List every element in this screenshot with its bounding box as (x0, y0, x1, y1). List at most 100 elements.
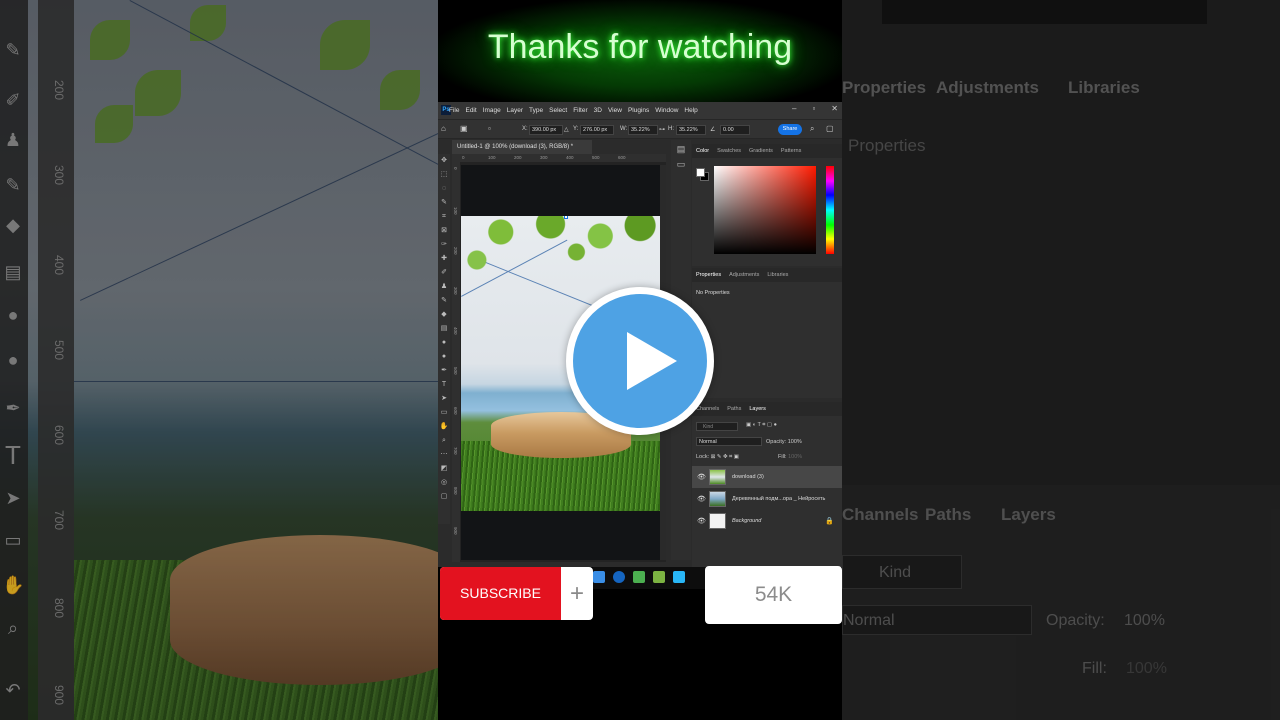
play-button[interactable] (566, 287, 714, 435)
tab-patterns[interactable]: Patterns (781, 148, 801, 158)
workspace-icon[interactable]: ▢ (826, 124, 834, 133)
visibility-eye-icon[interactable]: 👁 (697, 495, 706, 503)
move-tool-icon[interactable]: ✥ (438, 154, 450, 168)
menu-file[interactable]: File (449, 107, 459, 114)
tab-gradients[interactable]: Gradients (749, 148, 773, 158)
quick-mask-icon[interactable]: ◎ (438, 476, 450, 490)
visibility-eye-icon[interactable]: 👁 (697, 473, 706, 481)
subscribe-button[interactable]: SUBSCRIBE + (440, 567, 593, 620)
menu-select[interactable]: Select (549, 107, 567, 114)
vertical-ruler: 0 100 200 300 400 500 600 700 800 900 (452, 162, 460, 562)
rectangle-tool-icon[interactable]: ▭ (438, 406, 450, 420)
maximize-icon[interactable]: ▫ (812, 104, 815, 113)
home-icon[interactable]: ⌂ (441, 124, 446, 133)
fill-row: Fill: 100% (778, 454, 802, 463)
close-icon[interactable]: ✕ (831, 104, 838, 113)
path-select-icon[interactable]: ➤ (438, 392, 450, 406)
link-icon[interactable]: ⊶ (659, 126, 665, 133)
ruler-label: 200 (514, 155, 522, 160)
layer-filter-input[interactable]: Kind (696, 422, 738, 431)
hand-tool-icon[interactable]: ✋ (438, 420, 450, 434)
subscriber-count: 54K (705, 566, 842, 624)
blend-mode-select[interactable]: Normal (696, 437, 762, 446)
transform-handle[interactable] (564, 216, 568, 219)
app-icon[interactable] (633, 571, 645, 583)
menu-edit[interactable]: Edit (465, 107, 476, 114)
history-brush-icon[interactable]: ✎ (438, 294, 450, 308)
ruler-label: 500 (592, 155, 600, 160)
comments-panel-icon[interactable]: ▭ (671, 159, 691, 170)
minimize-icon[interactable]: – (792, 104, 796, 113)
menu-filter[interactable]: Filter (573, 107, 587, 114)
tab-libraries[interactable]: Libraries (767, 272, 788, 282)
layer-row[interactable]: 👁 download (3) (692, 466, 842, 488)
menu-3d[interactable]: 3D (594, 107, 602, 114)
menu-help[interactable]: Help (684, 107, 697, 114)
color-picker-field[interactable] (714, 166, 816, 254)
opacity-value[interactable]: 100% (788, 439, 802, 445)
menu-view[interactable]: View (608, 107, 622, 114)
brush-tool-icon[interactable]: ✐ (438, 266, 450, 280)
video-frame: ✎ ✐ ♟ ✎ ◆ ▤ ● ● ✒ T ➤ ▭ ✋ ⌕ ↶ 200 300 40… (0, 0, 1280, 720)
menu-plugins[interactable]: Plugins (628, 107, 649, 114)
zoom-tool-icon[interactable]: ⌕ (438, 434, 450, 448)
eraser-tool-icon[interactable]: ◆ (438, 308, 450, 322)
menu-image[interactable]: Image (483, 107, 501, 114)
history-panel-icon[interactable]: ▤ (671, 144, 691, 155)
lasso-tool-icon[interactable]: ◌ (438, 182, 450, 196)
visibility-eye-icon[interactable]: 👁 (697, 517, 706, 525)
healing-brush-icon[interactable]: ✚ (438, 252, 450, 266)
height-field[interactable]: 35.22% (676, 125, 706, 135)
menu-layer[interactable]: Layer (507, 107, 523, 114)
app-icon[interactable] (673, 571, 685, 583)
app-icon[interactable] (593, 571, 605, 583)
share-button[interactable]: Share (778, 124, 802, 135)
eyedropper-icon[interactable]: ✑ (438, 238, 450, 252)
blur-tool-icon[interactable]: ● (438, 336, 450, 350)
tab-channels[interactable]: Channels (696, 406, 719, 416)
tab-paths[interactable]: Paths (727, 406, 741, 416)
tab-layers[interactable]: Layers (749, 406, 766, 416)
pen-tool-icon[interactable]: ✒ (438, 364, 450, 378)
tab-color[interactable]: Color (696, 148, 709, 158)
app-icon[interactable] (613, 571, 625, 583)
more-tools-icon[interactable]: ⋯ (438, 448, 450, 462)
tab-properties[interactable]: Properties (696, 272, 721, 282)
quick-select-icon[interactable]: ✎ (438, 196, 450, 210)
horizontal-ruler: 0 100 200 300 400 500 600 (452, 154, 666, 162)
app-icon[interactable] (653, 571, 665, 583)
dodge-tool-icon[interactable]: ● (438, 350, 450, 364)
type-tool-icon[interactable]: T (438, 378, 450, 392)
layer-row[interactable]: 👁 Деревянный подм...ора _ Нейросеть (692, 488, 842, 510)
transform-icon[interactable]: ▣ (460, 124, 468, 133)
y-field[interactable]: 276.00 px (580, 125, 614, 135)
menu-window[interactable]: Window (655, 107, 678, 114)
marquee-tool-icon[interactable]: ⬚ (438, 168, 450, 182)
tab-adjustments[interactable]: Adjustments (729, 272, 759, 282)
ruler-label: 600 (618, 155, 626, 160)
fill-value[interactable]: 100% (788, 454, 802, 460)
dim-overlay (0, 0, 438, 720)
layer-row[interactable]: 👁 Background 🔒 (692, 510, 842, 532)
delta-icon[interactable]: △ (564, 126, 569, 133)
tab-swatches[interactable]: Swatches (717, 148, 741, 158)
properties-panel: Properties Adjustments Libraries No Prop… (692, 268, 842, 398)
screen-mode-icon[interactable]: ▢ (438, 490, 450, 504)
document-tab[interactable]: Untitled-1 @ 100% (download (3), RGB/8) … (452, 140, 592, 154)
frame-tool-icon[interactable]: ⊠ (438, 224, 450, 238)
hue-slider[interactable] (826, 166, 834, 254)
menu-type[interactable]: Type (529, 107, 543, 114)
foreground-color-swatch[interactable] (696, 168, 705, 177)
reference-point-icon[interactable]: ▫ (488, 124, 491, 133)
options-bar: ⌂ ▣ ▫ X: 390.00 px △ Y: 276.00 px W: 35.… (438, 119, 842, 139)
ruler-label: 400 (453, 327, 458, 335)
color-swap-icon[interactable]: ◩ (438, 462, 450, 476)
x-field[interactable]: 390.00 px (529, 125, 563, 135)
search-icon[interactable]: ⌕ (810, 124, 814, 134)
crop-tool-icon[interactable]: ⌗ (438, 210, 450, 224)
angle-field[interactable]: 0.00 (720, 125, 750, 135)
gradient-tool-icon[interactable]: ▤ (438, 322, 450, 336)
stamp-tool-icon[interactable]: ♟ (438, 280, 450, 294)
width-field[interactable]: 35.22% (628, 125, 658, 135)
lock-icons[interactable]: ⊠ ✎ ✥ ⌗ ▣ (711, 454, 739, 460)
